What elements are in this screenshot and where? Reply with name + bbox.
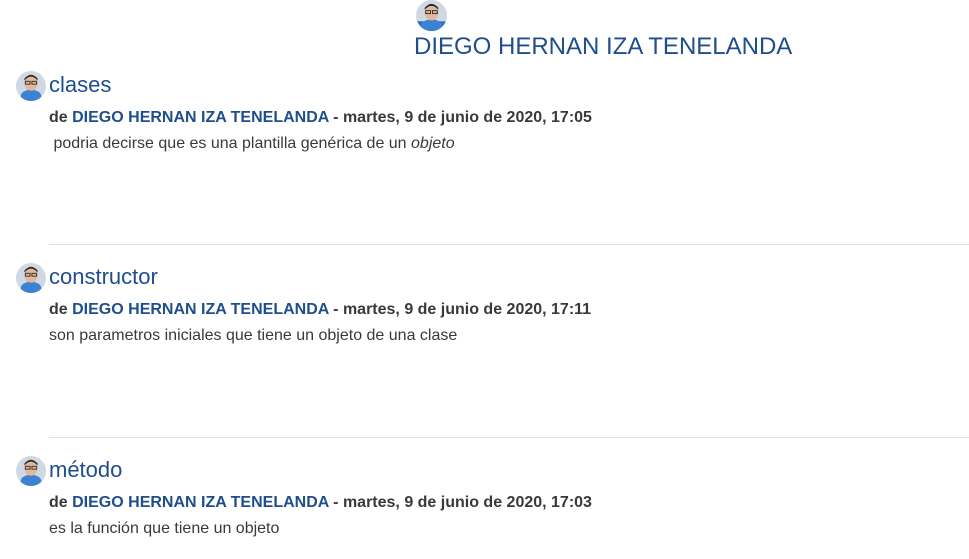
entry-date: - martes, 9 de junio de 2020, 17:11 — [333, 301, 592, 318]
entry-divider — [49, 244, 969, 245]
byline-prefix: de — [49, 109, 68, 126]
entry-definition: es la función que tiene un objeto — [49, 519, 279, 539]
user-avatar-icon[interactable] — [16, 455, 46, 487]
author-link[interactable]: DIEGO HERNAN IZA TENELANDA — [72, 301, 329, 318]
entry-title[interactable]: método — [49, 457, 122, 483]
definition-text: es la función que tiene un objeto — [49, 520, 280, 537]
author-link[interactable]: DIEGO HERNAN IZA TENELANDA — [72, 109, 329, 126]
entry-date: - martes, 9 de junio de 2020, 17:05 — [333, 109, 592, 126]
definition-emphasis: objeto — [411, 135, 455, 152]
entry-title[interactable]: constructor — [49, 264, 158, 290]
entry-divider — [49, 437, 969, 438]
entry-byline: de DIEGO HERNAN IZA TENELANDA - martes, … — [49, 108, 592, 128]
entry-date: - martes, 9 de junio de 2020, 17:03 — [333, 494, 592, 511]
entry-byline: de DIEGO HERNAN IZA TENELANDA - martes, … — [49, 493, 592, 513]
byline-prefix: de — [49, 301, 68, 318]
entry-title[interactable]: clases — [49, 72, 111, 98]
user-avatar-icon[interactable] — [16, 262, 46, 294]
entry-byline: de DIEGO HERNAN IZA TENELANDA - martes, … — [49, 300, 591, 320]
definition-text: son parametros iniciales que tiene un ob… — [49, 327, 458, 344]
byline-prefix: de — [49, 494, 68, 511]
entry-definition: podria decirse que es una plantilla gené… — [49, 134, 455, 154]
author-link[interactable]: DIEGO HERNAN IZA TENELANDA — [72, 494, 329, 511]
user-full-name[interactable]: DIEGO HERNAN IZA TENELANDA — [414, 33, 792, 61]
entry-definition: son parametros iniciales que tiene un ob… — [49, 326, 457, 346]
user-avatar-icon[interactable] — [16, 70, 46, 102]
definition-text: podria decirse que es una plantilla gené… — [49, 135, 412, 152]
user-avatar-icon[interactable] — [416, 0, 447, 31]
